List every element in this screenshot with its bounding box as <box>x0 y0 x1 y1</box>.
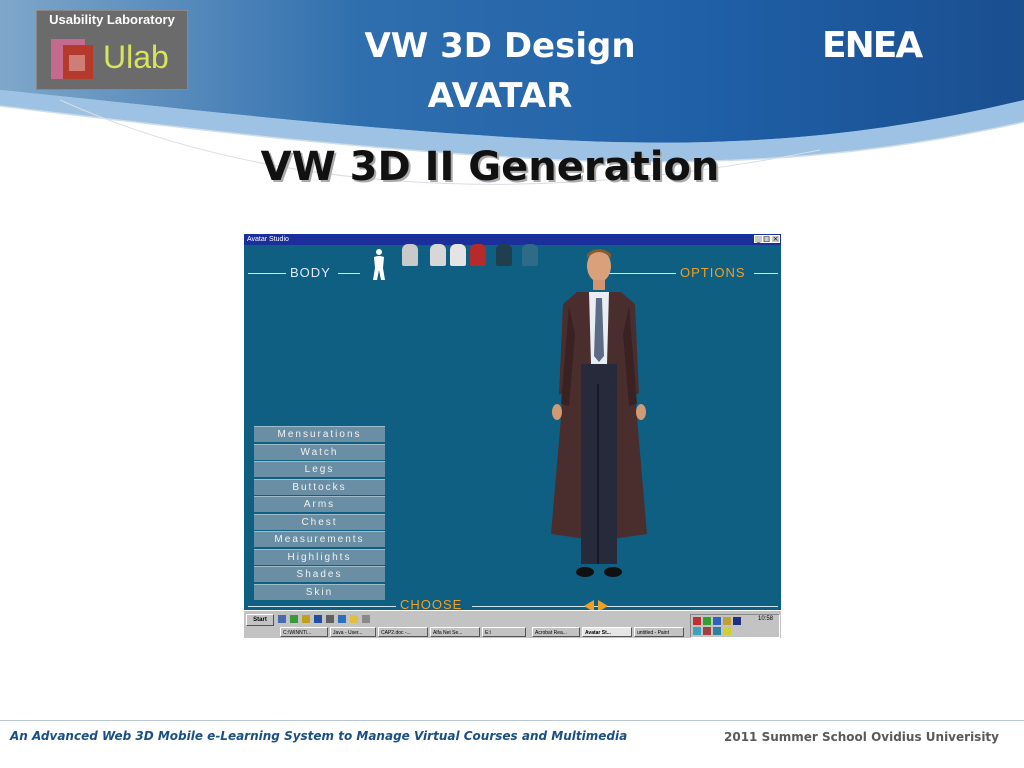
tray-icon-8[interactable] <box>713 627 721 635</box>
tray-icon-1[interactable] <box>693 617 701 625</box>
taskbar-button-acrobat[interactable]: Acrobat Rea... <box>532 627 580 637</box>
divider-choose-right <box>472 606 778 607</box>
window-title: Avatar Studio <box>247 236 289 243</box>
divider-body-left <box>248 273 286 274</box>
footer-course-title: An Advanced Web 3D Mobile e-Learning Sys… <box>10 729 628 743</box>
menu-item-legs[interactable]: Legs <box>254 461 385 477</box>
menu-item-mensurations[interactable]: Mensurations <box>254 426 385 442</box>
ulab-logo: Usability Laboratory Ulab <box>36 10 188 90</box>
taskbar-button-paint[interactable]: untitled - Paint <box>634 627 684 637</box>
thumb-outfit-5[interactable] <box>496 244 512 266</box>
taskbar-button-avatar-studio[interactable]: Avatar St... <box>582 627 632 637</box>
logo-square-light <box>69 55 85 71</box>
taskbar-button-e-drive[interactable]: E:\ <box>482 627 526 637</box>
thumb-outfit-3[interactable] <box>450 244 466 266</box>
divider-options-right <box>754 273 778 274</box>
slide-title-line2: AVATAR <box>427 76 573 116</box>
quicklaunch-icon-6[interactable] <box>338 615 346 623</box>
taskbar-clock: 10:58 <box>758 616 774 622</box>
body-label: BODY <box>290 265 331 280</box>
tray-icon-3[interactable] <box>713 617 721 625</box>
ulab-logo-caption: Usability Laboratory <box>49 12 175 27</box>
thumb-outfit-4[interactable] <box>470 244 486 266</box>
divider-body-right <box>338 273 360 274</box>
taskbar-button-cap2[interactable]: CAP2.doc -... <box>378 627 428 637</box>
ulab-logo-word: Ulab <box>103 39 169 75</box>
menu-item-skin[interactable]: Skin <box>254 583 385 600</box>
avatar-figure <box>551 249 647 577</box>
tray-icon-4[interactable] <box>723 617 731 625</box>
thumb-outfit-2[interactable] <box>430 244 446 266</box>
options-label: OPTIONS <box>680 265 746 280</box>
quicklaunch-icon-3[interactable] <box>302 615 310 623</box>
start-button[interactable]: Start <box>246 614 274 626</box>
tray-icon-7[interactable] <box>703 627 711 635</box>
quicklaunch-icon-4[interactable] <box>314 615 322 623</box>
window-titlebar: Avatar Studio _ □ × <box>244 234 781 245</box>
menu-item-measurements[interactable]: Measurements <box>254 531 385 547</box>
tray-icon-9[interactable] <box>723 627 731 635</box>
body-figure-icon[interactable] <box>368 248 390 282</box>
tray-icon-6[interactable] <box>693 627 701 635</box>
quicklaunch-icon-5[interactable] <box>326 615 334 623</box>
maximize-icon[interactable]: □ <box>762 235 771 243</box>
quicklaunch-icon-1[interactable] <box>278 615 286 623</box>
divider-choose-left <box>248 606 396 607</box>
menu-item-watch[interactable]: Watch <box>254 443 385 460</box>
quicklaunch-icon-7[interactable] <box>350 615 358 623</box>
taskbar-button-winnt[interactable]: C:\WINNT\... <box>280 627 328 637</box>
enea-logo: ENEA <box>822 25 923 66</box>
menu-item-arms[interactable]: Arms <box>254 496 385 512</box>
quicklaunch-icon-8[interactable] <box>362 615 370 623</box>
quicklaunch-icon-2[interactable] <box>290 615 298 623</box>
windows-taskbar: Start C:\WINNT\... Java - User... CAP2.d… <box>244 610 781 638</box>
menu-item-highlights[interactable]: Highlights <box>254 548 385 565</box>
footer-event: 2011 Summer School Ovidius Univerisity <box>724 730 999 744</box>
footer-divider <box>0 720 1024 721</box>
menu-item-buttocks[interactable]: Buttocks <box>254 478 385 495</box>
slide-subtitle: VW 3D II Generation <box>260 144 720 190</box>
menu-item-chest[interactable]: Chest <box>254 513 385 530</box>
thumb-outfit-1[interactable] <box>402 244 418 266</box>
slide-title-line1: VW 3D Design <box>364 26 636 66</box>
taskbar-button-java[interactable]: Java - User... <box>330 627 376 637</box>
taskbar-button-alfanet[interactable]: Alfa Net Se... <box>430 627 480 637</box>
tray-icon-2[interactable] <box>703 617 711 625</box>
thumb-outfit-6[interactable] <box>522 244 538 266</box>
body-options-menu: Mensurations Watch Legs Buttocks Arms Ch… <box>254 426 385 601</box>
tray-icon-5[interactable] <box>733 617 741 625</box>
avatar-studio-window: Avatar Studio _ □ × BODY OPTIONS Mensura… <box>244 234 781 638</box>
close-icon[interactable]: × <box>771 235 780 243</box>
menu-item-shades[interactable]: Shades <box>254 566 385 582</box>
